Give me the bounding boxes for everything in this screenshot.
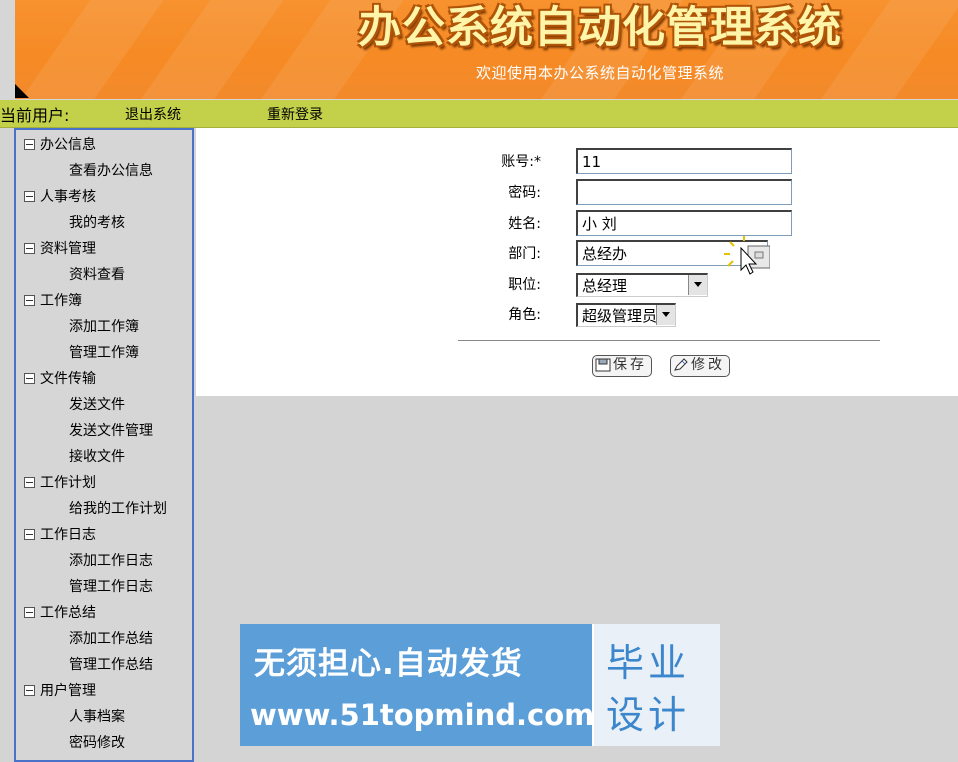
menu-group-hr-review: 人事考核 我的考核: [16, 184, 192, 236]
disk-icon: [595, 358, 611, 372]
account-label: 账号:*: [501, 154, 541, 170]
ad-badge-line2: 设计: [606, 693, 691, 737]
menu-item[interactable]: 发送文件管理: [16, 418, 192, 444]
menu-item[interactable]: 密码修改: [16, 730, 192, 756]
collapse-icon[interactable]: [24, 373, 35, 384]
ad-badge: 毕业 设计: [592, 624, 720, 746]
position-label: 职位:: [508, 277, 541, 293]
password-input[interactable]: [576, 179, 792, 205]
menu-item[interactable]: 发送文件: [16, 392, 192, 418]
menu-item[interactable]: 添加工作总结: [16, 626, 192, 652]
menu-group-workbook: 工作簿 添加工作簿 管理工作簿: [16, 288, 192, 366]
site-subtitle: 欢迎使用本办公系统自动化管理系统: [475, 64, 724, 82]
menu-group-documents: 资料管理 资料查看: [16, 236, 192, 288]
modify-button[interactable]: 修改: [670, 355, 730, 377]
collapse-icon[interactable]: [24, 191, 35, 202]
department-label: 部门:: [508, 246, 541, 262]
sidebar-menu: 办公信息 查看办公信息 人事考核 我的考核 资料管理 资料查看 工作簿 添加工作…: [14, 128, 194, 762]
chevron-down-icon[interactable]: [656, 305, 675, 325]
user-edit-form: 账号:* 密码: 姓名: 部门: 职位: 总经理 角色: 超级管理员 保存: [196, 128, 958, 396]
menu-group-header[interactable]: 人事考核: [16, 184, 192, 210]
menu-group-header[interactable]: 工作日志: [16, 522, 192, 548]
menu-group-header[interactable]: 工作总结: [16, 600, 192, 626]
menu-group-work-log: 工作日志 添加工作日志 管理工作日志: [16, 522, 192, 600]
menu-group-header[interactable]: 用户管理: [16, 678, 192, 704]
collapse-icon[interactable]: [24, 477, 35, 488]
menu-group-user-admin: 用户管理 人事档案 密码修改: [16, 678, 192, 756]
collapse-icon[interactable]: [24, 243, 35, 254]
relogin-link[interactable]: 重新登录: [267, 104, 323, 124]
user-bar: 当前用户: 退出系统 重新登录: [0, 100, 958, 128]
menu-group-header[interactable]: 办公信息: [16, 132, 192, 158]
menu-item[interactable]: 管理工作日志: [16, 574, 192, 600]
mouse-pointer-icon: [724, 236, 770, 275]
name-label: 姓名:: [508, 216, 541, 232]
menu-item[interactable]: 我的考核: [16, 210, 192, 236]
site-title: 办公系统自动化管理系统: [358, 3, 842, 53]
form-divider: [458, 340, 880, 341]
menu-group-header[interactable]: 工作簿: [16, 288, 192, 314]
menu-group-header[interactable]: 文件传输: [16, 366, 192, 392]
account-input[interactable]: [576, 148, 792, 174]
banner-background: 办公系统自动化管理系统 欢迎使用本办公系统自动化管理系统: [15, 0, 958, 99]
collapse-icon[interactable]: [24, 295, 35, 306]
logout-link[interactable]: 退出系统: [125, 104, 181, 124]
chevron-down-icon[interactable]: [688, 275, 707, 295]
menu-item[interactable]: 添加工作簿: [16, 314, 192, 340]
menu-group-office-info: 办公信息 查看办公信息: [16, 132, 192, 184]
current-user-label: 当前用户:: [0, 106, 70, 125]
advertisement-banner[interactable]: 无须担心.自动发货 www.51topmind.com 毕业 设计: [240, 624, 720, 746]
menu-item[interactable]: 资料查看: [16, 262, 192, 288]
position-select[interactable]: 总经理: [576, 273, 708, 297]
collapse-icon[interactable]: [24, 139, 35, 150]
menu-item[interactable]: 添加工作日志: [16, 548, 192, 574]
menu-item[interactable]: 人事档案: [16, 704, 192, 730]
menu-group-header[interactable]: 资料管理: [16, 236, 192, 262]
menu-group-file-transfer: 文件传输 发送文件 发送文件管理 接收文件: [16, 366, 192, 470]
edit-icon: [674, 358, 688, 371]
ad-badge-line1: 毕业: [606, 641, 691, 685]
menu-group-header[interactable]: 工作计划: [16, 470, 192, 496]
menu-item[interactable]: 给我的工作计划: [16, 496, 192, 522]
menu-item[interactable]: 管理工作簿: [16, 340, 192, 366]
header-banner: 办公系统自动化管理系统 欢迎使用本办公系统自动化管理系统: [0, 0, 958, 100]
save-button[interactable]: 保存: [592, 355, 652, 377]
collapse-icon[interactable]: [24, 685, 35, 696]
menu-group-work-plan: 工作计划 给我的工作计划: [16, 470, 192, 522]
collapse-icon[interactable]: [24, 607, 35, 618]
password-label: 密码:: [508, 185, 541, 201]
ad-url: www.51topmind.com: [250, 698, 595, 732]
menu-group-work-summary: 工作总结 添加工作总结 管理工作总结: [16, 600, 192, 678]
corner-marker-icon: [15, 84, 29, 98]
menu-item[interactable]: 接收文件: [16, 444, 192, 470]
role-label: 角色:: [508, 307, 541, 323]
collapse-icon[interactable]: [24, 529, 35, 540]
menu-item[interactable]: 查看办公信息: [16, 158, 192, 184]
menu-item[interactable]: 管理工作总结: [16, 652, 192, 678]
ad-slogan: 无须担心.自动发货: [254, 646, 523, 682]
role-select[interactable]: 超级管理员: [576, 303, 676, 327]
name-input[interactable]: [576, 210, 792, 236]
